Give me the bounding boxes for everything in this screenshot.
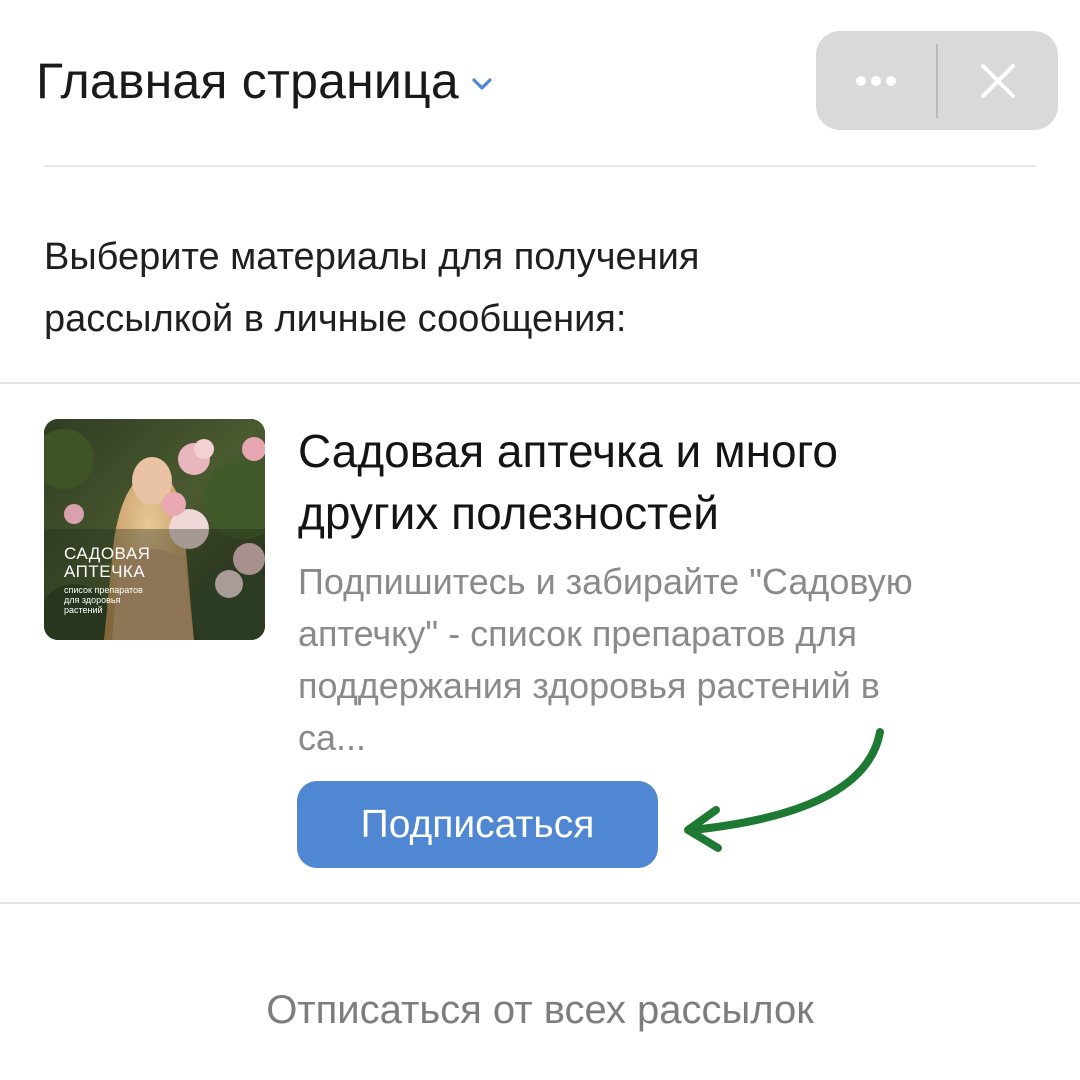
mailing-description: Подпишитесь и забирайте "Садовую аптечку…	[298, 556, 1028, 764]
footer-divider	[0, 902, 1080, 904]
unsubscribe-all-link[interactable]: Отписаться от всех рассылок	[0, 982, 1080, 1038]
intro-line: Выберите материалы для получения	[44, 236, 700, 278]
page-title-dropdown[interactable]: Главная страница	[36, 50, 493, 112]
mailing-title-line: Садовая аптечка и много	[298, 425, 838, 477]
subscribe-button[interactable]: Подписаться	[297, 781, 658, 868]
more-button[interactable]	[816, 31, 936, 130]
page-title: Главная страница	[36, 53, 459, 109]
mailing-description-line: Подпишитесь и забирайте "Садовую	[298, 561, 913, 602]
curved-arrow-icon	[684, 728, 884, 852]
section-divider	[0, 382, 1080, 384]
mailing-thumbnail: САДОВАЯ АПТЕЧКА список препаратов для зд…	[44, 419, 265, 640]
header-divider	[44, 165, 1036, 167]
intro-text: Выберите материалы для получения рассылк…	[44, 226, 1034, 350]
more-dots-icon	[856, 75, 896, 86]
thumbnail-title: САДОВАЯ	[64, 544, 151, 563]
thumbnail-subtitle-line: список препаратов	[64, 585, 143, 595]
thumbnail-subtitle-line: растений	[64, 605, 103, 615]
mailing-description-line: аптечку" - список препаратов для	[298, 613, 857, 654]
thumbnail-subtitle-line: для здоровья	[64, 595, 121, 605]
intro-line: рассылкой в личные сообщения:	[44, 298, 627, 340]
mailing-title: Садовая аптечка и много других полезност…	[298, 420, 1028, 544]
close-button[interactable]	[938, 31, 1058, 130]
mailing-title-line: других полезностей	[298, 487, 719, 539]
thumbnail-title: АПТЕЧКА	[64, 562, 146, 581]
thumbnail-subtitle: список препаратов для здоровья растений	[64, 585, 150, 615]
header: Главная страница	[0, 0, 1080, 166]
close-icon	[981, 63, 1015, 98]
thumbnail-caption: САДОВАЯ АПТЕЧКА список препаратов для зд…	[64, 544, 151, 616]
mailing-description-line: поддержания здоровья растений в	[298, 665, 880, 706]
header-actions	[816, 31, 1058, 130]
chevron-down-icon	[472, 78, 492, 90]
mailing-description-line: са...	[298, 717, 367, 758]
